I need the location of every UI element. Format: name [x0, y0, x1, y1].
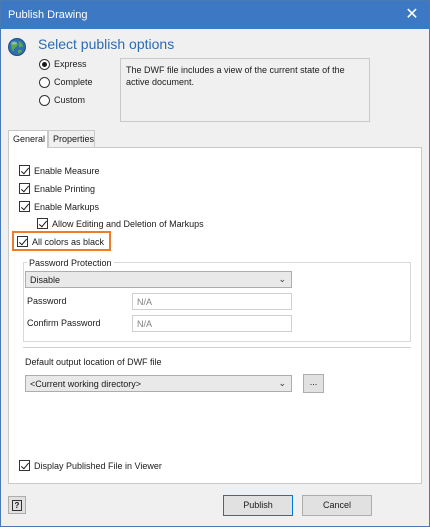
radio-button-custom[interactable] [39, 94, 50, 106]
confirm-password-label: Confirm Password [27, 318, 101, 328]
enable-markups-checkbox[interactable] [19, 201, 30, 212]
enable-markups-label: Enable Markups [34, 201, 100, 212]
title-bar: Publish Drawing ✕ [1, 1, 429, 29]
output-location-label: Default output location of DWF file [25, 357, 162, 367]
password-label: Password [27, 296, 67, 306]
divider [23, 347, 411, 348]
password-field[interactable]: N/A [132, 293, 292, 310]
enable-measure-checkbox[interactable] [19, 165, 30, 176]
browse-button[interactable]: ... [303, 374, 324, 393]
radio-complete-label: Complete [54, 77, 93, 87]
publish-drawing-dialog: Publish Drawing ✕ Select publish options… [0, 0, 430, 527]
cancel-button[interactable]: Cancel [302, 495, 372, 516]
confirm-password-field[interactable]: N/A [132, 315, 292, 332]
allow-editing-checkbox[interactable] [37, 218, 48, 229]
radio-button-express[interactable] [39, 58, 50, 70]
radio-custom[interactable]: Custom [39, 93, 85, 107]
radio-custom-label: Custom [54, 95, 86, 105]
output-location-dropdown[interactable]: <Current working directory> ⌄ [25, 375, 292, 392]
enable-markups-option[interactable]: Enable Markups [19, 200, 99, 213]
display-in-viewer-option[interactable]: Display Published File in Viewer [19, 459, 162, 472]
allow-editing-label: Allow Editing and Deletion of Markups [52, 218, 204, 229]
close-icon[interactable]: ✕ [395, 1, 429, 29]
help-button[interactable]: ? [8, 496, 26, 514]
allow-editing-option[interactable]: Allow Editing and Deletion of Markups [37, 217, 204, 230]
radio-button-complete[interactable] [39, 76, 50, 88]
all-colors-black-label: All colors as black [32, 236, 105, 247]
window-title: Publish Drawing [8, 9, 88, 21]
output-location-value: <Current working directory> [30, 379, 142, 389]
tab-general[interactable]: General [8, 130, 48, 148]
display-in-viewer-checkbox[interactable] [19, 460, 30, 471]
globe-icon [8, 38, 26, 56]
password-protection-label: Password Protection [27, 258, 114, 268]
publish-button[interactable]: Publish [223, 495, 293, 516]
all-colors-black-checkbox[interactable] [17, 236, 28, 247]
password-mode-dropdown[interactable]: Disable ⌄ [25, 271, 292, 288]
page-title: Select publish options [38, 36, 175, 52]
chevron-down-icon: ⌄ [278, 378, 286, 388]
display-in-viewer-label: Display Published File in Viewer [34, 460, 162, 471]
enable-printing-option[interactable]: Enable Printing [19, 182, 95, 195]
enable-measure-label: Enable Measure [34, 165, 100, 176]
radio-complete[interactable]: Complete [39, 75, 93, 89]
enable-printing-label: Enable Printing [34, 183, 96, 194]
password-mode-value: Disable [30, 275, 61, 285]
description-box: The DWF file includes a view of the curr… [120, 58, 370, 122]
radio-express-label: Express [54, 59, 87, 69]
all-colors-black-option[interactable]: All colors as black [17, 235, 104, 248]
chevron-down-icon: ⌄ [278, 274, 286, 284]
help-icon: ? [12, 500, 22, 511]
enable-measure-option[interactable]: Enable Measure [19, 164, 100, 177]
tab-properties[interactable]: Properties [48, 130, 95, 147]
enable-printing-checkbox[interactable] [19, 183, 30, 194]
radio-express[interactable]: Express [39, 57, 87, 71]
